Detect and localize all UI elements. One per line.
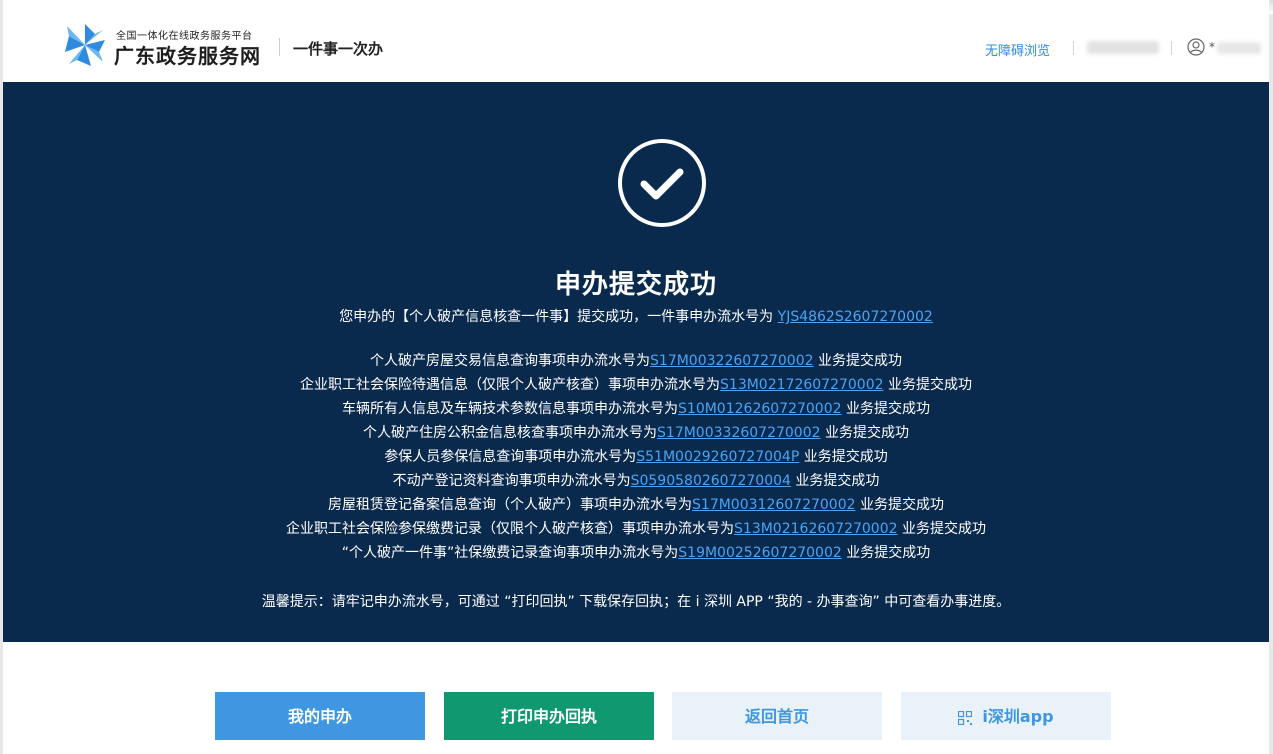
header-divider — [279, 38, 280, 56]
print-receipt-button[interactable]: 打印申办回执 — [444, 692, 654, 740]
list-item: 不动产登记资料查询事项申办流水号为S05905802607270004 业务提交… — [3, 471, 1269, 495]
item-status: 业务提交成功 — [795, 473, 880, 489]
item-status: 业务提交成功 — [887, 377, 972, 393]
list-item: 参保人员参保信息查询事项申办流水号为S51M0029260727004P 业务提… — [3, 447, 1269, 471]
accessibility-link[interactable]: 无障碍浏览 — [985, 40, 1050, 59]
list-item: “个人破产一件事”社保缴费记录查询事项申办流水号为S19M00252607270… — [3, 543, 1269, 567]
serial-link[interactable]: S17M00322607270002 — [650, 353, 813, 369]
item-status: 业务提交成功 — [803, 449, 888, 465]
item-status: 业务提交成功 — [845, 401, 930, 417]
user-icon[interactable] — [1187, 38, 1205, 56]
item-label: 车辆所有人信息及车辆技术参数信息事项申办流水号为 — [342, 401, 679, 417]
list-item: 车辆所有人信息及车辆技术参数信息事项申办流水号为S10M012626072700… — [3, 399, 1269, 423]
list-item: 个人破产房屋交易信息查询事项申办流水号为S17M00322607270002 业… — [3, 351, 1269, 375]
qr-code-icon — [958, 710, 973, 725]
site-header: 全国一体化在线政务服务平台 广东政务服务网 一件事一次办 无障碍浏览 * — [3, 0, 1269, 82]
item-status: 业务提交成功 — [846, 545, 931, 561]
user-name[interactable]: * — [1209, 40, 1215, 54]
serial-link[interactable]: S51M0029260727004P — [636, 449, 799, 465]
item-label: 个人破产房屋交易信息查询事项申办流水号为 — [370, 353, 651, 369]
list-item: 企业职工社会保险待遇信息（仅限个人破产核查）事项申办流水号为S13M021726… — [3, 375, 1269, 399]
header-separator — [1073, 41, 1074, 55]
header-separator — [1171, 41, 1172, 55]
item-label: “个人破产一件事”社保缴费记录查询事项申办流水号为 — [341, 545, 679, 561]
list-item: 企业职工社会保险参保缴费记录（仅限个人破产核查）事项申办流水号为S13M0216… — [3, 519, 1269, 543]
item-list: 个人破产房屋交易信息查询事项申办流水号为S17M00322607270002 业… — [3, 351, 1269, 567]
list-item: 个人破产住房公积金信息核查事项申办流水号为S17M00332607270002 … — [3, 423, 1269, 447]
item-label: 企业职工社会保险参保缴费记录（仅限个人破产核查）事项申办流水号为 — [286, 521, 735, 537]
my-applications-button[interactable]: 我的申办 — [215, 692, 425, 740]
redacted-text — [1087, 41, 1159, 54]
section-title: 一件事一次办 — [293, 40, 384, 58]
summary-line: 您申办的【个人破产信息核查一件事】提交成功，一件事申办流水号为 YJS4862S… — [3, 306, 1269, 326]
platform-name: 广东政务服务网 — [114, 44, 261, 68]
i-shenzhen-app-button[interactable]: i深圳app — [901, 692, 1111, 740]
check-circle-icon — [618, 139, 706, 227]
serial-link[interactable]: S05905802607270004 — [631, 473, 791, 489]
app-button-label: i深圳app — [982, 707, 1054, 726]
summary-serial-link[interactable]: YJS4862S2607270002 — [778, 309, 933, 325]
item-label: 个人破产住房公积金信息核查事项申办流水号为 — [363, 425, 658, 441]
serial-link[interactable]: S17M00332607270002 — [657, 425, 820, 441]
pinwheel-logo-icon[interactable] — [63, 22, 107, 68]
item-status: 业务提交成功 — [817, 353, 902, 369]
item-label: 不动产登记资料查询事项申办流水号为 — [392, 473, 631, 489]
item-status: 业务提交成功 — [859, 497, 944, 513]
item-label: 房屋租赁登记备案信息查询（个人破产）事项申办流水号为 — [328, 497, 693, 513]
serial-link[interactable]: S17M00312607270002 — [692, 497, 855, 513]
reminder-tip: 温馨提示：请牢记申办流水号，可通过 “打印回执” 下载保存回执；在 i 深圳 A… — [261, 594, 1011, 610]
back-home-button[interactable]: 返回首页 — [672, 692, 882, 740]
item-label: 参保人员参保信息查询事项申办流水号为 — [384, 449, 637, 465]
success-banner: 申办提交成功 您申办的【个人破产信息核查一件事】提交成功，一件事申办流水号为 Y… — [3, 82, 1269, 642]
serial-link[interactable]: S19M00252607270002 — [678, 545, 841, 561]
serial-link[interactable]: S13M02172607270002 — [720, 377, 883, 393]
serial-link[interactable]: S10M01262607270002 — [678, 401, 841, 417]
item-label: 企业职工社会保险待遇信息（仅限个人破产核查）事项申办流水号为 — [300, 377, 721, 393]
list-item: 房屋租赁登记备案信息查询（个人破产）事项申办流水号为S17M0031260727… — [3, 495, 1269, 519]
window-frame-right — [1269, 0, 1273, 754]
summary-text: 您申办的【个人破产信息核查一件事】提交成功，一件事申办流水号为 — [339, 309, 774, 325]
redacted-username — [1217, 42, 1261, 54]
item-status: 业务提交成功 — [824, 425, 909, 441]
success-title: 申办提交成功 — [554, 270, 717, 300]
item-status: 业务提交成功 — [901, 521, 986, 537]
serial-link[interactable]: S13M02162607270002 — [734, 521, 897, 537]
